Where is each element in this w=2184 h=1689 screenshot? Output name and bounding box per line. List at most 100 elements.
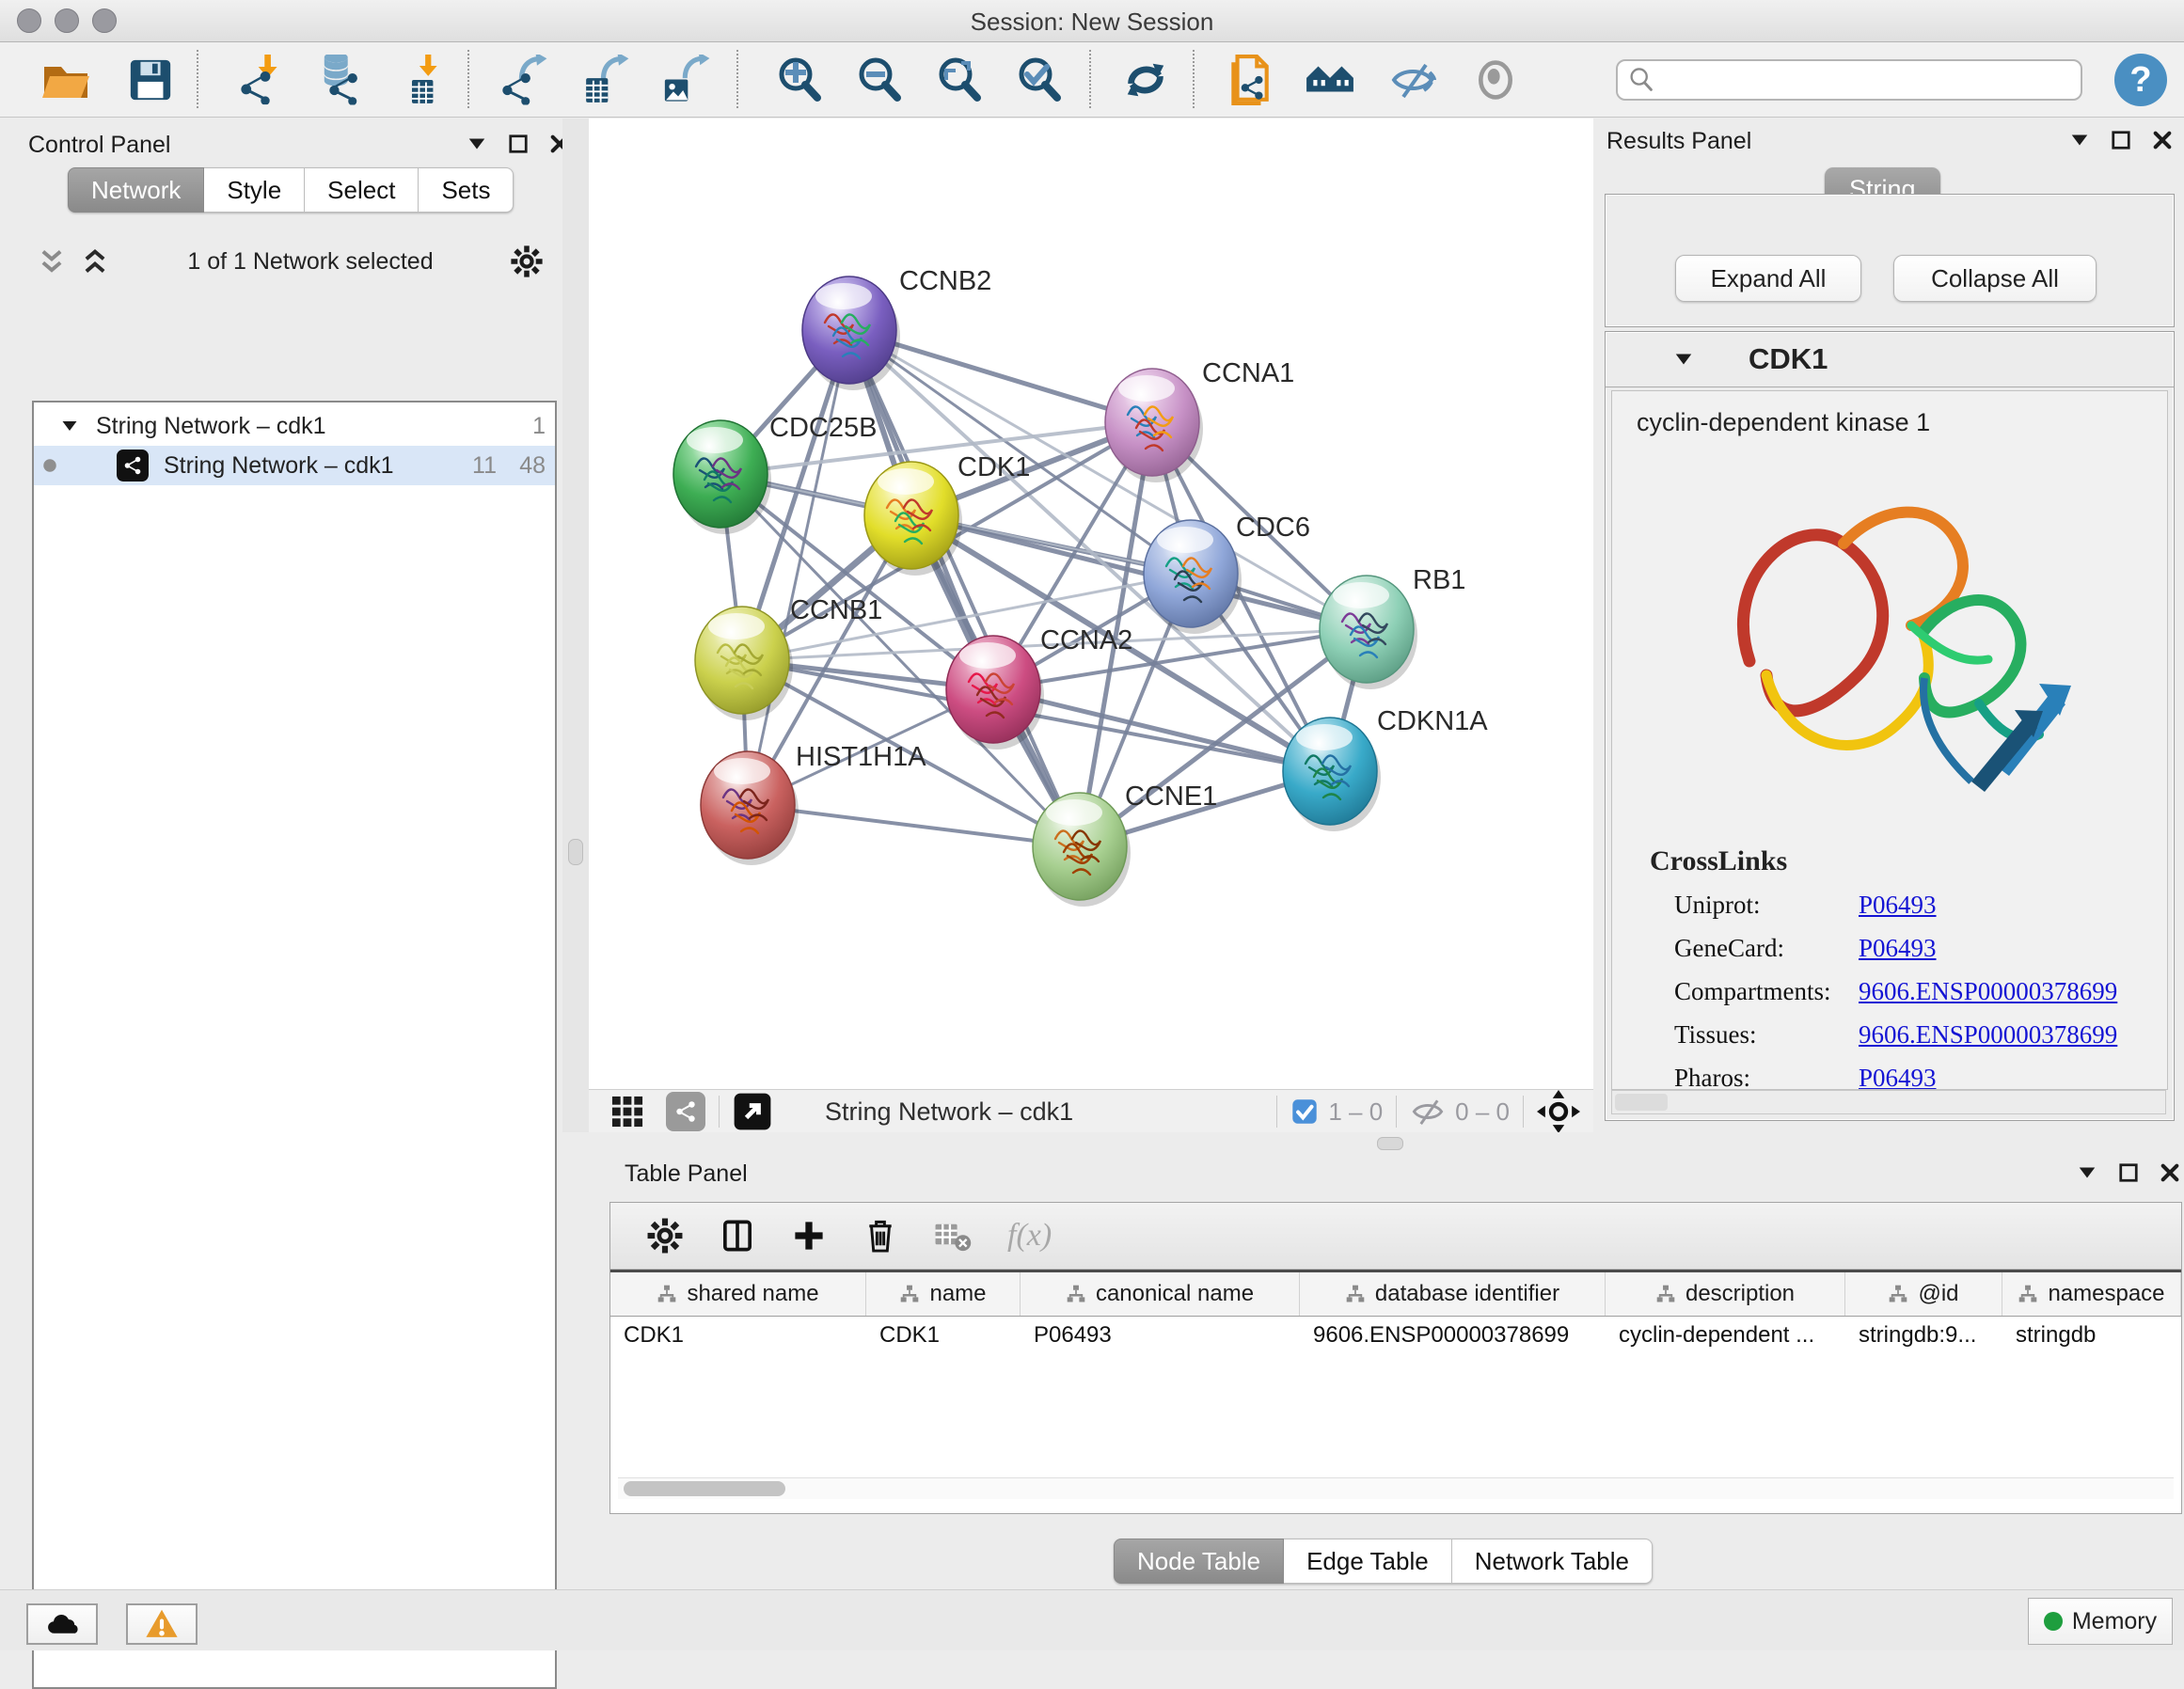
crosslink-link[interactable]: P06493 (1859, 1064, 1937, 1090)
network-node-ccnb1[interactable] (695, 607, 793, 720)
network-graph[interactable]: CCNB2CCNA1CDC25BCDK1CDC6RB1CCNB1CCNA2CDK… (589, 118, 1593, 1089)
export-table-button[interactable] (580, 54, 633, 106)
memory-button[interactable]: Memory (2028, 1598, 2173, 1645)
crosslink-link[interactable]: 9606.ENSP00000378699 (1859, 1020, 2117, 1050)
panel-collapse-caret[interactable] (2077, 1162, 2097, 1183)
network-collection-row[interactable]: String Network – cdk1 1 (34, 403, 555, 446)
network-node-cdc25b[interactable] (673, 420, 771, 534)
search-input[interactable] (1655, 66, 2081, 94)
column-header-shared-name[interactable]: shared name (610, 1272, 866, 1316)
network-node-ccnb2[interactable] (802, 276, 900, 390)
left-splitter-handle[interactable] (568, 839, 583, 865)
zoom-selected-button[interactable] (1013, 54, 1066, 106)
collapse-all-button[interactable]: Collapse All (1893, 255, 2097, 302)
warnings-button[interactable] (126, 1603, 198, 1645)
import-network-button[interactable] (237, 54, 290, 106)
grid-view-icon[interactable] (609, 1094, 645, 1129)
panel-close-icon[interactable] (2152, 130, 2173, 150)
column-header-canonical-name[interactable]: canonical name (1021, 1272, 1300, 1316)
network-edge[interactable] (748, 330, 849, 805)
add-column-icon[interactable] (791, 1218, 827, 1254)
gene-panel-scrollbar[interactable] (1611, 1090, 2166, 1114)
tab-sets[interactable]: Sets (419, 167, 514, 213)
delete-column-icon[interactable] (863, 1218, 898, 1254)
zoom-in-button[interactable] (773, 54, 826, 106)
horizontal-splitter-handle[interactable] (1377, 1137, 1403, 1150)
panel-collapse-caret[interactable] (467, 134, 487, 154)
gene-collapse-caret[interactable] (1673, 349, 1694, 370)
column-header-name[interactable]: name (866, 1272, 1021, 1316)
network-node-cdkn1a[interactable] (1283, 718, 1381, 831)
gene-header[interactable]: CDK1 (1606, 332, 2174, 387)
search-box[interactable] (1616, 59, 2082, 101)
selected-checkbox-icon[interactable] (1290, 1097, 1319, 1126)
network-node-cdc6[interactable] (1144, 520, 1242, 634)
import-network-from-database-button[interactable] (312, 54, 365, 106)
collection-caret-icon[interactable] (60, 417, 79, 435)
import-table-button[interactable] (397, 54, 450, 106)
apply-layout-button[interactable] (1119, 54, 1172, 106)
column-header-database-identifier[interactable]: database identifier (1300, 1272, 1606, 1316)
collapse-all-chevrons-icon[interactable] (79, 245, 111, 277)
left-splitter[interactable] (562, 118, 589, 1132)
crosslink-link[interactable]: P06493 (1859, 934, 1937, 963)
tab-select[interactable]: Select (305, 167, 419, 213)
open-session-button[interactable] (40, 54, 92, 106)
hide-glass-button[interactable] (1386, 54, 1439, 106)
table-row[interactable]: CDK1CDK1P064939606.ENSP00000378699cyclin… (610, 1317, 2181, 1354)
panel-float-icon[interactable] (2118, 1162, 2139, 1183)
selection-status: 1 of 1 Network selected (111, 248, 510, 276)
tab-network-table[interactable]: Network Table (1452, 1539, 1653, 1584)
string-home-button[interactable] (1304, 54, 1356, 106)
panel-float-icon[interactable] (2111, 130, 2131, 150)
hidden-eye-slash-icon[interactable] (1410, 1094, 1446, 1129)
expand-all-button[interactable]: Expand All (1675, 255, 1861, 302)
birdseye-view-icon[interactable] (733, 1092, 772, 1131)
tab-edge-table[interactable]: Edge Table (1284, 1539, 1452, 1584)
expand-all-chevrons-icon[interactable] (36, 245, 68, 277)
panel-float-icon[interactable] (508, 134, 529, 154)
footer-divider (1276, 1096, 1277, 1128)
network-node-ccna1[interactable] (1105, 369, 1203, 482)
show-eye-button[interactable] (1469, 54, 1522, 106)
gear-icon[interactable] (510, 245, 544, 278)
cloud-status-button[interactable] (26, 1603, 98, 1645)
column-header-namespace[interactable]: namespace (2002, 1272, 2181, 1316)
houses-icon (1306, 66, 1353, 91)
horizontal-splitter[interactable] (589, 1132, 2184, 1155)
crosslink-link[interactable]: P06493 (1859, 891, 1937, 920)
tab-style[interactable]: Style (204, 167, 305, 213)
network-node-ccna2[interactable] (946, 636, 1044, 750)
network-node-rb1[interactable] (1320, 576, 1417, 689)
crosslink-link[interactable]: 9606.ENSP00000378699 (1859, 977, 2117, 1006)
tab-network[interactable]: Network (68, 167, 204, 213)
tab-node-table[interactable]: Node Table (1114, 1539, 1284, 1584)
zoom-fit-button[interactable] (933, 54, 986, 106)
string-import-button[interactable] (1223, 54, 1275, 106)
column-header-@id[interactable]: @id (1845, 1272, 2002, 1316)
zoom-out-button[interactable] (853, 54, 906, 106)
network-badge-icon[interactable] (666, 1092, 705, 1131)
help-button[interactable]: ? (2114, 54, 2167, 106)
save-session-button[interactable] (124, 54, 177, 106)
column-header-description[interactable]: description (1606, 1272, 1845, 1316)
network-node-ccne1[interactable] (1033, 793, 1131, 907)
network-row[interactable]: String Network – cdk1 11 48 (34, 446, 555, 485)
export-network-button[interactable] (500, 54, 553, 106)
network-node-hist1h1a[interactable] (701, 751, 799, 865)
show-columns-icon[interactable] (720, 1218, 755, 1254)
gene-description: cyclin-dependent kinase 1 (1637, 408, 2167, 437)
panel-close-icon[interactable] (2160, 1162, 2180, 1183)
table-hscrollbar[interactable] (618, 1477, 2174, 1499)
export-image-button[interactable] (660, 54, 713, 106)
table-hscrollbar-thumb[interactable] (624, 1481, 785, 1496)
function-builder-icon[interactable]: f(x) (1007, 1218, 1052, 1254)
table-icon (586, 78, 608, 103)
table-gear-icon[interactable] (646, 1217, 684, 1255)
delete-table-icon[interactable] (934, 1217, 972, 1255)
crosshair-icon[interactable] (1537, 1090, 1580, 1133)
network-canvas[interactable]: CCNB2CCNA1CDC25BCDK1CDC6RB1CCNB1CCNA2CDK… (589, 118, 1593, 1089)
panel-collapse-caret[interactable] (2069, 130, 2090, 150)
network-node-cdk1[interactable] (864, 462, 962, 576)
network-icon (502, 73, 530, 105)
